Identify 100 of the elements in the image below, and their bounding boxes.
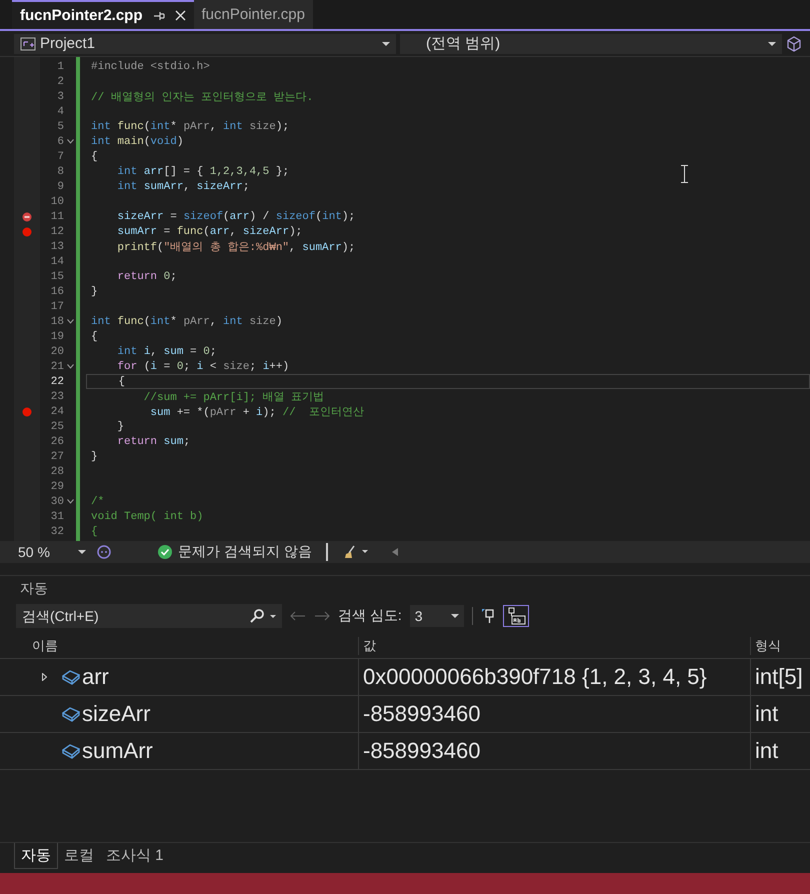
variable-type: int[5] [750, 659, 810, 695]
code-line: { [91, 330, 98, 342]
variable-icon [62, 743, 80, 759]
pin-icon[interactable] [152, 10, 165, 22]
collapse-icon[interactable] [66, 139, 74, 144]
line-number: 27 [50, 450, 64, 462]
code-line: int func(int* pArr, int size); [91, 120, 290, 132]
variable-type: int [750, 696, 810, 732]
variable-name: sumArr [82, 738, 153, 764]
view-toggle-button[interactable] [502, 605, 529, 627]
variable-icon [62, 669, 80, 685]
variable-value: 0x00000066b390f718 {1, 2, 3, 4, 5} [358, 659, 750, 695]
line-number: 24 [50, 406, 64, 418]
code-line: { [117, 376, 126, 388]
cube-icon[interactable] [786, 36, 802, 52]
code-line: #include <stdio.h> [91, 60, 210, 72]
breakpoint-warning-icon[interactable] [22, 212, 32, 222]
line-number: 11 [50, 210, 64, 222]
collapse-icon[interactable] [66, 364, 74, 369]
line-number: 9 [57, 180, 64, 192]
line-number: 22 [50, 376, 64, 388]
code-line: for (i = 0; i < size; i++) [116, 360, 290, 372]
variable-name: sizeArr [82, 701, 150, 727]
line-number: 18 [50, 316, 64, 328]
pin-icon[interactable] [480, 608, 495, 624]
code-line: int arr[] = { 1,2,3,4,5 }; [116, 166, 290, 178]
code-line: // 배열형의 인자는 포인터형으로 받는다. [91, 90, 314, 104]
search-icon [250, 609, 266, 623]
line-number: 23 [50, 390, 64, 402]
text-view-icon [506, 607, 526, 625]
code-line: sum += *(pArr + i); // 포인터연산 [149, 406, 364, 419]
search-button[interactable] [248, 604, 282, 628]
scroll-left-icon[interactable] [392, 548, 398, 556]
code-line: int func(int* pArr, int size) [91, 316, 282, 328]
caret-icon [382, 42, 390, 46]
line-number: 1 [57, 60, 64, 72]
variable-name: arr [82, 664, 109, 690]
column-header[interactable]: 형식 [750, 637, 810, 655]
line-number: 10 [50, 196, 64, 208]
breakpoint-icon[interactable] [22, 226, 32, 236]
panel-tab[interactable]: 조사식 1 [100, 843, 170, 869]
line-number: 29 [50, 480, 64, 492]
line-number: 26 [50, 436, 64, 448]
line-number: 25 [50, 420, 64, 432]
editor-tab[interactable]: fucnPointer.cpp [194, 0, 313, 29]
line-number: 19 [50, 330, 64, 342]
line-number: 2 [57, 76, 64, 88]
code-line: int i, sum = 0; [116, 346, 216, 358]
code-line: { [91, 150, 98, 162]
line-number: 17 [50, 300, 64, 312]
table-row[interactable]: arr 0x00000066b390f718 {1, 2, 3, 4, 5} int[5] [0, 659, 810, 696]
variable-icon [62, 706, 80, 722]
expand-icon[interactable] [42, 673, 46, 681]
line-number: 7 [57, 150, 64, 162]
editor-tab[interactable]: fucnPointer2.cpp [12, 0, 194, 29]
line-number: 30 [50, 496, 64, 508]
line-number: 32 [50, 526, 64, 538]
code-line: } [116, 420, 124, 432]
line-number: 8 [57, 166, 64, 178]
depth-dropdown[interactable]: 3 [410, 605, 464, 627]
code-line: //sum += pArr[i]; 배열 표기법 [142, 390, 324, 404]
forward-arrow-icon[interactable] [314, 611, 330, 621]
code-line: int sumArr, sizeArr; [116, 180, 250, 192]
line-number: 4 [57, 106, 64, 118]
code-line: { [91, 526, 98, 538]
code-line: sumArr = func(arr, sizeArr); [116, 226, 302, 238]
depth-label: 검색 심도: [338, 607, 402, 625]
project-icon [20, 36, 36, 50]
issues-status[interactable]: 문제가 검색되지 않음 [178, 543, 328, 561]
scope-dropdown[interactable]: (전역 범위) [400, 34, 782, 54]
search-field[interactable]: 검색(Ctrl+E) [16, 604, 248, 628]
table-row[interactable]: sizeArr -858993460 int [0, 696, 810, 733]
line-number: 13 [50, 240, 64, 252]
line-number: 21 [50, 360, 64, 372]
project-dropdown[interactable]: Project1 [14, 34, 396, 54]
line-number: 6 [57, 136, 64, 148]
zoom-dropdown[interactable]: 50 % [14, 544, 90, 560]
collapse-icon[interactable] [66, 499, 74, 504]
caret-icon [270, 614, 276, 618]
column-header[interactable]: 값 [358, 637, 750, 655]
table-row[interactable]: sumArr -858993460 int [0, 733, 810, 770]
back-arrow-icon[interactable] [290, 611, 306, 621]
close-icon[interactable] [174, 10, 186, 21]
column-header[interactable]: 이름 [26, 637, 358, 655]
caret-icon [450, 614, 459, 618]
panel-tab[interactable]: 로컬 [58, 843, 100, 869]
code-line: /* [91, 496, 104, 508]
line-number: 15 [50, 270, 64, 282]
caret-icon [768, 42, 776, 46]
variable-type: int [750, 733, 810, 769]
panel-tab[interactable]: 자동 [14, 843, 58, 869]
line-number: 12 [50, 226, 64, 238]
text-cursor-icon [681, 165, 688, 183]
code-line: sizeArr = sizeof(arr) / sizeof(int); [116, 210, 356, 222]
breakpoint-icon[interactable] [22, 406, 32, 416]
line-number: 5 [57, 120, 64, 132]
code-line: int main(void) [91, 136, 184, 148]
code-line: } [91, 286, 98, 298]
collapse-icon[interactable] [66, 319, 74, 324]
broom-icon[interactable] [344, 545, 370, 559]
